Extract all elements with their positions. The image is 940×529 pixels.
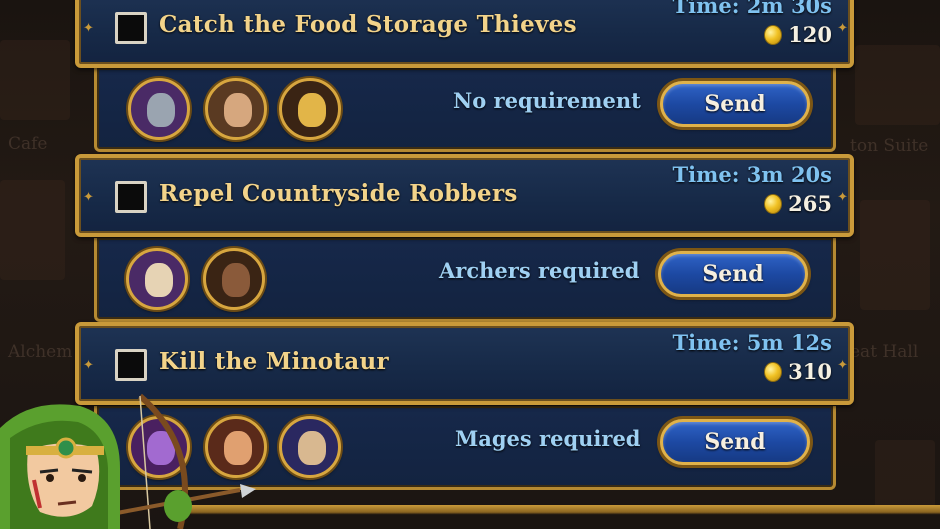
gold-coin-icon [764,193,783,214]
send-button[interactable]: Send [660,81,810,127]
bg-building [860,200,930,310]
mission-checkbox[interactable] [115,181,147,213]
mission-reward: 310 [764,359,832,384]
bottom-frame [180,505,940,529]
mission-title: Catch the Food Storage Thieves [159,11,577,38]
gold-coin-icon [764,361,783,382]
mission-reward: 120 [764,22,832,47]
mission-time: Time: 5m 12s [672,330,832,355]
requirement-label: Archers required [439,258,640,283]
mission-checkbox[interactable] [115,12,147,44]
mission-time: Time: 3m 20s [672,162,832,187]
archer-character-illustration [0,393,256,529]
reward-amount: 310 [788,359,832,384]
send-button[interactable]: Send [658,251,808,297]
bg-building [855,45,940,125]
bg-building [875,440,935,510]
send-button[interactable]: Send [660,419,810,465]
hero-portrait-hooded-archer[interactable] [203,248,265,310]
ornament-icon: ✦ [837,358,848,373]
bg-label-suite: ton Suite [850,136,929,156]
mission-checkbox[interactable] [115,349,147,381]
ornament-icon: ✦ [837,190,848,205]
hero-portrait-golden-helmet[interactable] [279,78,341,140]
requirement-label: Mages required [455,426,641,451]
ornament-icon: ✦ [83,21,94,36]
hero-portrait-elf-archer[interactable] [126,248,188,310]
mission-title: Kill the Minotaur [159,348,389,375]
ornament-icon: ✦ [83,358,94,373]
mission-header: ✦ Catch the Food Storage Thieves Time: 2… [75,0,854,68]
bg-building [0,40,70,120]
gold-coin-icon [764,24,783,45]
reward-amount: 120 [788,22,832,47]
mission-detail-panel: No requirement Send [94,68,836,152]
mission-time: Time: 2m 30s [672,0,832,18]
requirement-label: No requirement [453,88,641,113]
reward-amount: 265 [788,191,832,216]
mission-header: ✦ Repel Countryside Robbers Time: 3m 20s… [75,154,854,237]
hero-portrait-hooded-mage[interactable] [279,416,341,478]
bg-label-alchemist: Alchem [8,342,73,362]
bg-label-cafe: Cafe [8,134,48,154]
mission-title: Repel Countryside Robbers [159,180,518,207]
bg-building [0,180,65,280]
hero-portrait-warrior[interactable] [205,78,267,140]
bg-label-hall: eat Hall [850,342,919,362]
mission-detail-panel: Archers required Send [94,238,836,322]
hero-portrait-knight[interactable] [128,78,190,140]
mission-reward: 265 [764,191,832,216]
ornament-icon: ✦ [83,190,94,205]
ornament-icon: ✦ [837,21,848,36]
